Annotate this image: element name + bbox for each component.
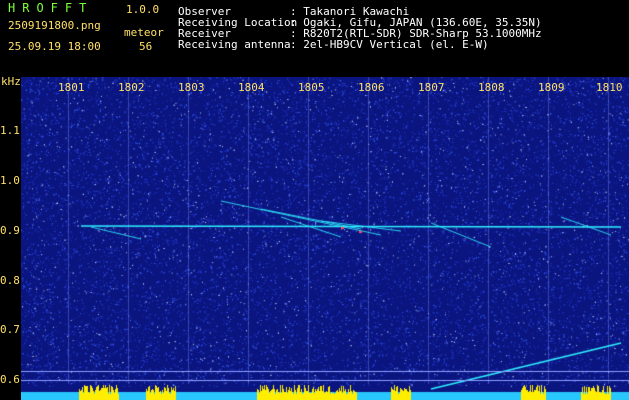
x-tick-label: 1805 [298, 81, 325, 94]
meteor-count: 56 [139, 40, 153, 53]
x-tick-label: 1801 [58, 81, 85, 94]
info-antenna-value: : 2el-HB9CV Vertical (el. E-W) [290, 38, 489, 51]
y-tick-label: 1.0 [0, 174, 20, 187]
file-name: 2509191800.png [8, 19, 101, 32]
meteor-label: meteor [124, 26, 164, 39]
x-tick-label: 1802 [118, 81, 145, 94]
date-time: 25.09.19 18:00 [8, 40, 101, 53]
app-version: 1.0.0 [126, 3, 160, 16]
info-antenna-label: Receiving antenna [178, 38, 291, 51]
y-tick-label: 0.9 [0, 224, 20, 237]
y-tick-label: 1.1 [0, 124, 20, 137]
spectrogram-canvas [21, 77, 629, 400]
x-tick-label: 1809 [538, 81, 565, 94]
app-name: HROFFT [8, 1, 94, 15]
x-tick-label: 1810 [596, 81, 623, 94]
x-tick-label: 1807 [418, 81, 445, 94]
y-axis-unit: kHz [1, 75, 21, 88]
y-tick-label: 0.6 [0, 373, 20, 386]
x-tick-label: 1808 [478, 81, 505, 94]
x-tick-label: 1803 [178, 81, 205, 94]
y-tick-label: 0.8 [0, 274, 20, 287]
y-tick-label: 0.7 [0, 323, 20, 336]
x-tick-label: 1804 [238, 81, 265, 94]
x-tick-label: 1806 [358, 81, 385, 94]
header-panel: HROFFT 1.0.0 2509191800.png 25.09.19 18:… [0, 0, 629, 72]
